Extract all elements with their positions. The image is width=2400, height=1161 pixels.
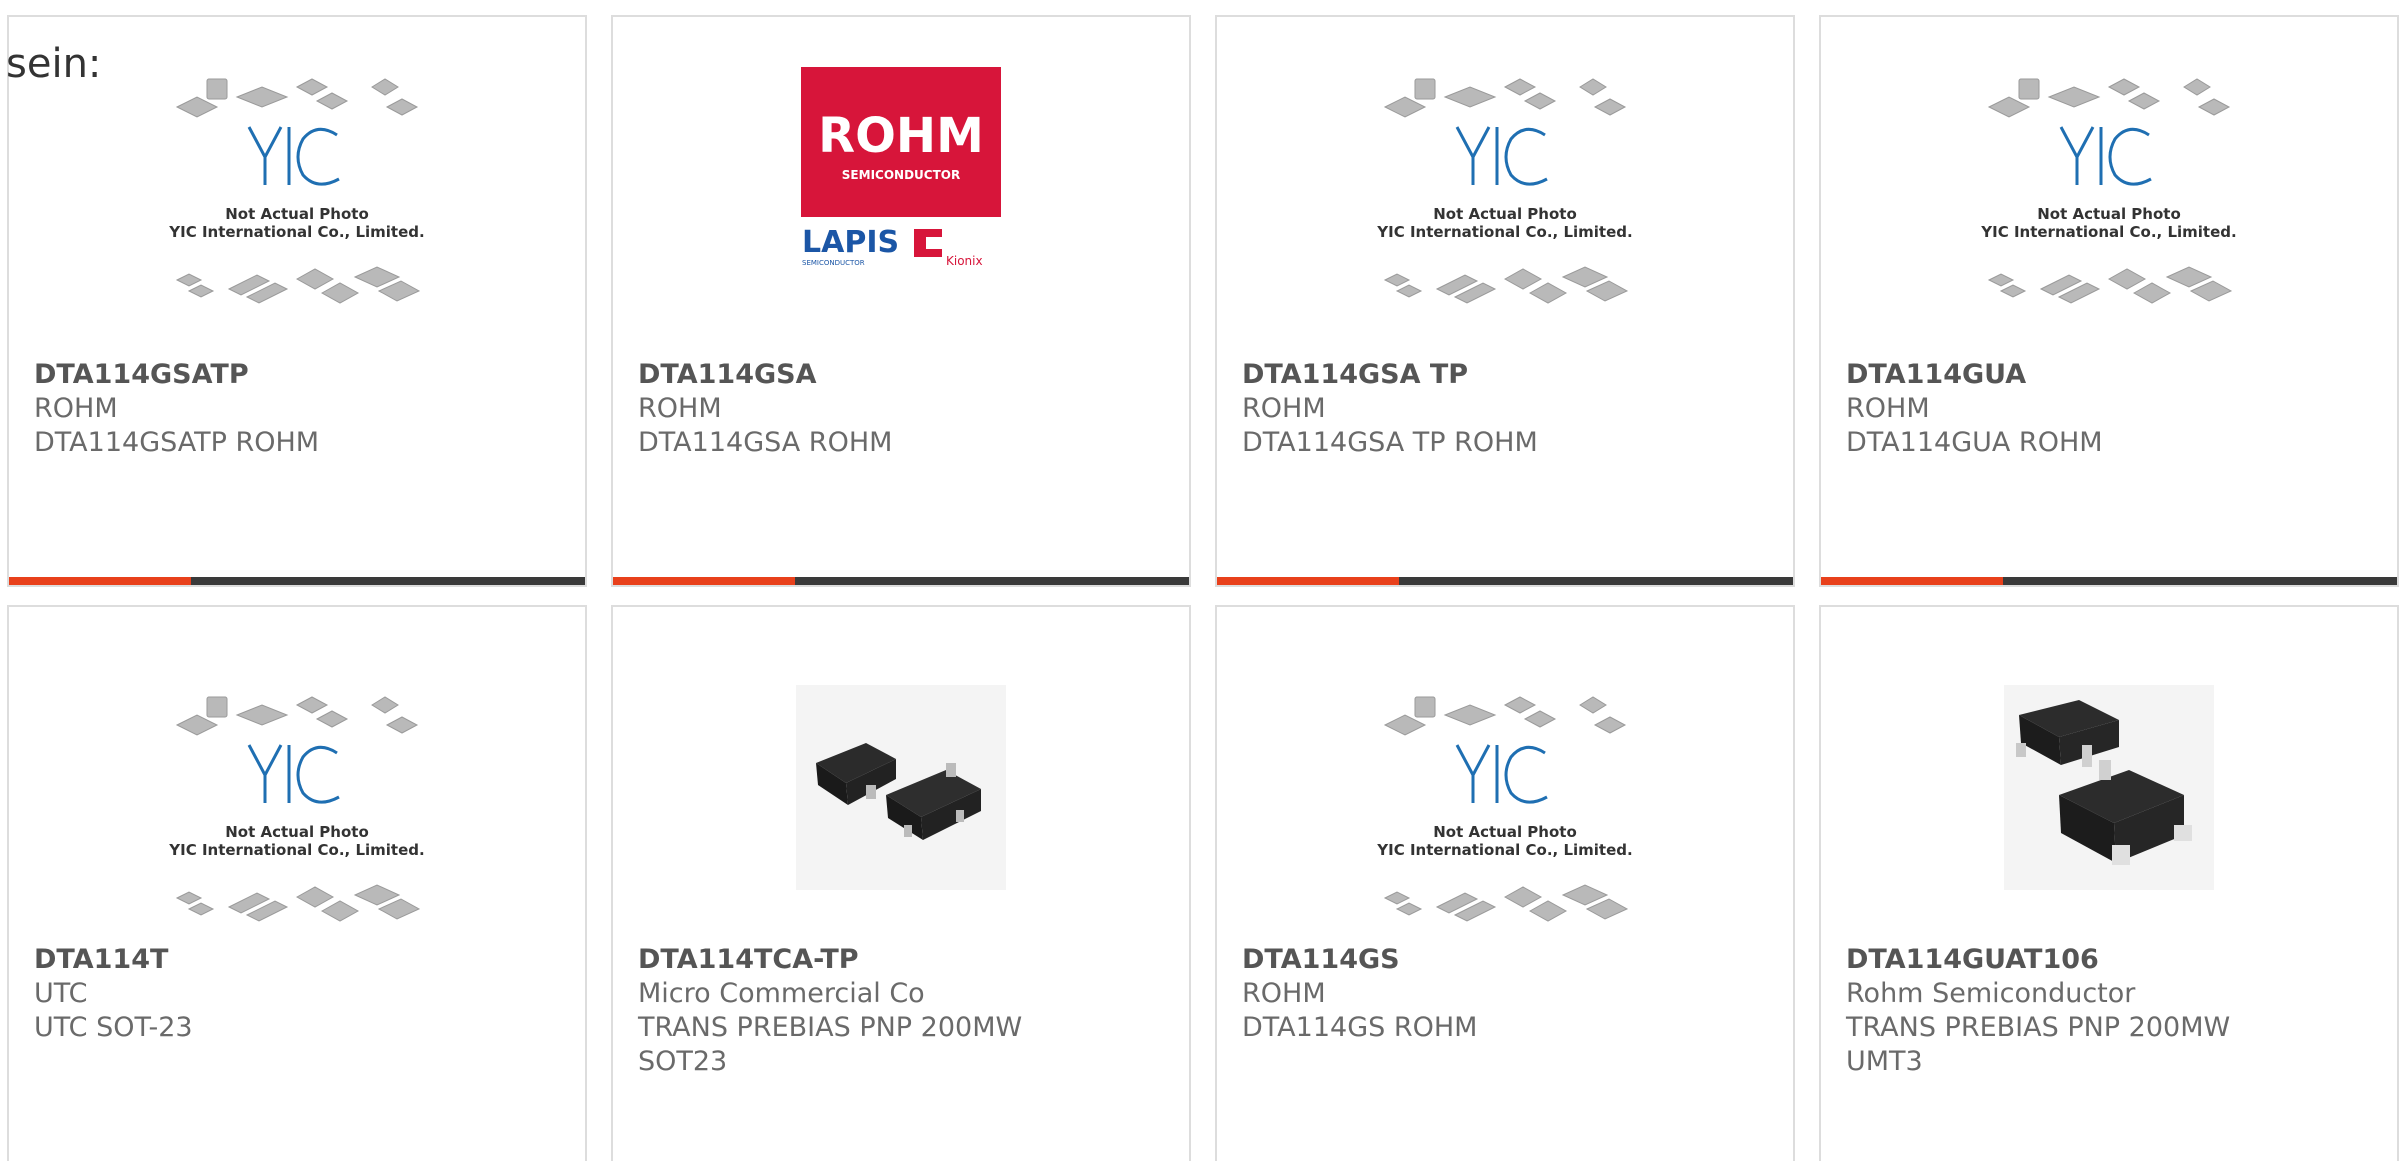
product-manufacturer: ROHM [1242,978,1326,1009]
product-part-number[interactable]: DTA114GSA TP [1242,358,1773,392]
product-info: DTA114GSATP ROHM DTA114GSATP ROHM [34,358,565,460]
product-description: DTA114GSA TP ROHM [1242,427,1538,458]
product-card[interactable]: Not Actual Photo YIC International Co., … [7,605,587,1161]
product-manufacturer: Rohm Semiconductor [1846,978,2136,1009]
product-description: DTA114GSATP ROHM [34,427,320,458]
product-manufacturer: Micro Commercial Co [638,978,925,1009]
card-bottom-bar-accent [9,577,191,585]
product-description: UTC SOT-23 [34,1012,193,1043]
svg-text:YIC International Co., Limited: YIC International Co., Limited. [1376,223,1632,241]
product-description: TRANS PREBIAS PNP 200MW [1846,1012,2231,1043]
product-manufacturer: ROHM [1242,393,1326,424]
product-info: DTA114GSA TP ROHM DTA114GSA TP ROHM [1242,358,1773,460]
product-description: TRANS PREBIAS PNP 200MW [638,1012,1023,1043]
product-part-number[interactable]: DTA114GSA [638,358,1169,392]
product-card[interactable]: Not Actual Photo YIC International Co., … [7,15,587,587]
svg-text:Kionix: Kionix [946,254,983,268]
product-image[interactable]: Not Actual Photo YIC International Co., … [9,67,585,357]
yic-placeholder-image: Not Actual Photo YIC International Co., … [1376,78,1633,304]
product-info: DTA114GS ROHM DTA114GS ROHM [1242,943,1773,1045]
svg-text:Not Actual Photo: Not Actual Photo [2037,205,2181,223]
product-description: SOT23 [638,1046,728,1077]
product-info: DTA114GSA ROHM DTA114GSA ROHM [638,358,1169,460]
product-info: DTA114GUAT106 Rohm Semiconductor TRANS PRE… [1846,943,2377,1079]
product-part-number[interactable]: DTA114T [34,943,565,977]
sot23-photo-image [796,685,1006,890]
product-description: DTA114GSA ROHM [638,427,893,458]
product-info: DTA114GUA ROHM DTA114GUA ROHM [1846,358,2377,460]
product-image[interactable]: Not Actual Photo YIC International Co., … [1217,685,1793,975]
product-part-number[interactable]: DTA114GS [1242,943,1773,977]
svg-text:ROHM: ROHM [818,108,984,164]
card-bottom-bar [1821,577,2397,585]
product-part-number[interactable]: DTA114GSATP [34,358,565,392]
product-grid-page: sein: Not Actual Photo YIC International [0,0,2400,1161]
product-image[interactable] [613,685,1189,975]
svg-text:YIC International Co., Limited: YIC International Co., Limited. [1376,841,1632,859]
card-bottom-bar [613,577,1189,585]
umt3-photo-image [2004,685,2214,890]
product-card[interactable]: Not Actual Photo YIC International Co., … [1215,15,1795,587]
svg-text:YIC International Co., Limited: YIC International Co., Limited. [168,223,424,241]
yic-logo-y [1455,126,1491,185]
product-image[interactable]: Not Actual Photo YIC International Co., … [9,685,585,975]
yic-logo-y [1455,744,1491,803]
card-bottom-bar-accent [613,577,795,585]
card-bottom-bar-accent [1217,577,1399,585]
product-manufacturer: ROHM [638,393,722,424]
product-info: DTA114T UTC UTC SOT-23 [34,943,565,1045]
product-manufacturer: ROHM [34,393,118,424]
card-bottom-bar [9,577,585,585]
svg-text:SEMICONDUCTOR: SEMICONDUCTOR [802,259,865,267]
product-image[interactable]: Not Actual Photo YIC International Co., … [1821,67,2397,357]
svg-text:LAPIS: LAPIS [802,225,899,260]
yic-logo-y [247,126,283,185]
product-card[interactable]: Not Actual Photo YIC International Co., … [1819,15,2399,587]
svg-text:YIC International Co., Limited: YIC International Co., Limited. [168,841,424,859]
product-card[interactable]: DTA114GUAT106 Rohm Semiconductor TRANS PRE… [1819,605,2399,1161]
product-part-number[interactable]: DTA114GUAT106 [1846,943,2377,977]
yic-placeholder-image: Not Actual Photo YIC International Co., … [1376,696,1633,922]
svg-text:SEMICONDUCTOR: SEMICONDUCTOR [842,168,960,182]
yic-logo-y [2059,126,2095,185]
card-bottom-bar-accent [1821,577,2003,585]
rohm-logo-image: ROHM SEMICONDUCTOR LAPIS SEMICONDUCTOR K… [801,67,1001,268]
product-image[interactable]: ROHM SEMICONDUCTOR LAPIS SEMICONDUCTOR K… [613,67,1189,357]
product-card[interactable]: DTA114TCA-TP Micro Commercial Co TRANS PRE… [611,605,1191,1161]
product-card[interactable]: ROHM SEMICONDUCTOR LAPIS SEMICONDUCTOR K… [611,15,1191,587]
product-info: DTA114TCA-TP Micro Commercial Co TRANS PRE… [638,943,1169,1079]
product-manufacturer: UTC [34,978,88,1009]
yic-logo-y [247,744,283,803]
svg-text:Not Actual Photo: Not Actual Photo [1433,205,1577,223]
svg-text:YIC International Co., Limited: YIC International Co., Limited. [1980,223,2236,241]
product-manufacturer: ROHM [1846,393,1930,424]
product-image[interactable] [1821,685,2397,975]
product-description: DTA114GUA ROHM [1846,427,2103,458]
product-image[interactable]: Not Actual Photo YIC International Co., … [1217,67,1793,357]
product-description: DTA114GS ROHM [1242,1012,1478,1043]
product-description: UMT3 [1846,1046,1923,1077]
intro-text: sein: [6,41,102,87]
product-card[interactable]: Not Actual Photo YIC International Co., … [1215,605,1795,1161]
product-part-number[interactable]: DTA114TCA-TP [638,943,1169,977]
card-bottom-bar [1217,577,1793,585]
yic-placeholder-image: Not Actual Photo YIC International Co., … [168,696,425,922]
svg-text:Not Actual Photo: Not Actual Photo [225,205,369,223]
product-part-number[interactable]: DTA114GUA [1846,358,2377,392]
yic-placeholder-image: Not Actual Photo YIC International Co., … [1980,78,2237,304]
yic-placeholder-image: Not Actual Photo YIC International Co., … [168,78,425,304]
svg-text:Not Actual Photo: Not Actual Photo [1433,823,1577,841]
svg-text:Not Actual Photo: Not Actual Photo [225,823,369,841]
